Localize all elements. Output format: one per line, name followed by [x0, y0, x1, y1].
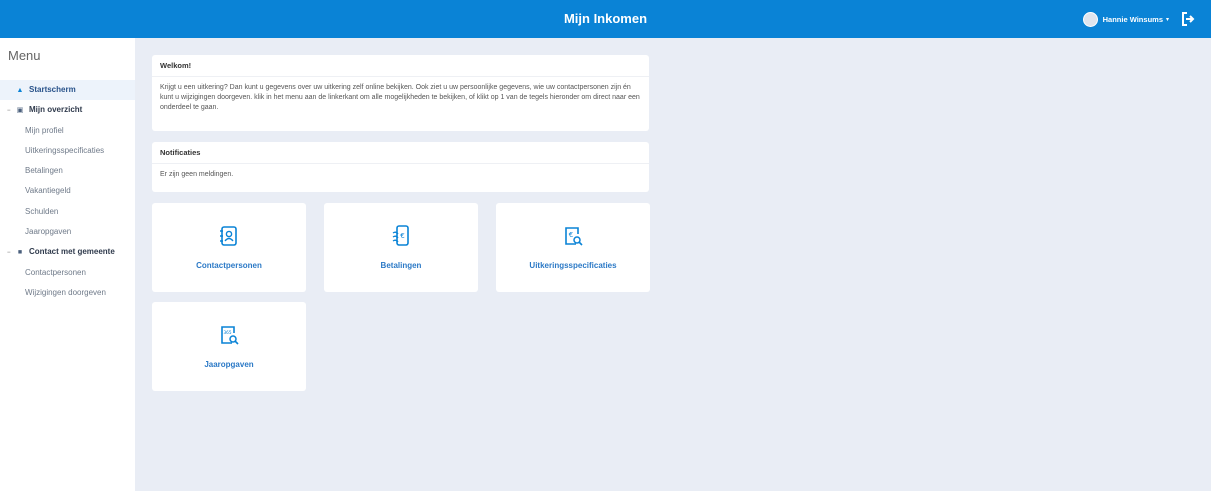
avatar	[1082, 11, 1098, 27]
tile-betalingen[interactable]: € Betalingen	[324, 203, 478, 292]
tile-jaaropgaven[interactable]: 365 Jaaropgaven	[152, 302, 306, 391]
tile-label: Jaaropgaven	[204, 360, 254, 369]
sidebar-item-vakantiegeld[interactable]: Vakantiegeld	[0, 181, 135, 201]
sidebar-group-contact-met-gemeente[interactable]: − ■ Contact met gemeente	[0, 242, 135, 262]
notifications-card: Notificaties Er zijn geen meldingen.	[152, 142, 649, 192]
sidebar-item-label: Uitkeringsspecificaties	[25, 145, 105, 155]
svg-text:€: €	[569, 231, 573, 239]
sidebar-item-wijzigingen-doorgeven[interactable]: Wijzigingen doorgeven	[0, 283, 135, 303]
payment-phone-icon: €	[392, 225, 409, 246]
sidebar-item-mijn-profiel[interactable]: Mijn profiel	[0, 121, 135, 141]
svg-text:€: €	[400, 232, 404, 240]
tile-label: Uitkeringsspecificaties	[529, 261, 617, 270]
menu-title: Menu	[8, 48, 41, 63]
welcome-title: Welkom!	[152, 55, 649, 77]
sidebar-group-mijn-overzicht[interactable]: − ▣ Mijn overzicht	[0, 100, 135, 120]
year-search-icon: 365	[221, 326, 239, 345]
logout-icon[interactable]	[1181, 11, 1195, 27]
tile-label: Contactpersonen	[196, 261, 262, 270]
user-name: Hannie Winsums	[1102, 14, 1163, 24]
chat-icon: ■	[17, 249, 23, 257]
notifications-text: Er zijn geen meldingen.	[160, 171, 234, 178]
sidebar-item-label: Contactpersonen	[25, 267, 86, 277]
tile-uitkeringsspecificaties[interactable]: € Uitkeringsspecificaties	[496, 203, 650, 292]
notifications-title: Notificaties	[152, 142, 649, 164]
chevron-down-icon: ▾	[1165, 16, 1169, 23]
contact-book-icon	[220, 226, 237, 246]
sidebar-item-label: Mijn profiel	[25, 125, 64, 135]
user-menu[interactable]: Hannie Winsums ▾	[1082, 10, 1169, 28]
sidebar-item-label: Schulden	[25, 206, 59, 216]
welcome-card: Welkom! Krijgt u een uitkering? Dan kunt…	[152, 55, 649, 131]
tile-label: Betalingen	[380, 261, 422, 270]
overview-icon: ▣	[16, 107, 24, 115]
home-icon: ▲	[16, 87, 24, 94]
sidebar-item-label: Startscherm	[29, 85, 76, 94]
welcome-text: Krijgt u een uitkering? Dan kunt u gegev…	[160, 84, 640, 111]
sidebar-item-label: Contact met gemeente	[29, 247, 115, 257]
sidebar-item-label: Betalingen	[25, 166, 63, 176]
sidebar-item-label: Wijzigingen doorgeven	[25, 287, 106, 297]
euro-search-icon: €	[565, 227, 583, 246]
collapse-icon: −	[7, 108, 11, 115]
sidebar-item-label: Vakantiegeld	[25, 186, 71, 196]
sidebar-item-startscherm[interactable]: ▲ Startscherm	[0, 80, 135, 101]
sidebar-item-label: Mijn overzicht	[29, 105, 83, 115]
collapse-icon: −	[7, 250, 11, 257]
tile-contactpersonen[interactable]: Contactpersonen	[152, 203, 306, 292]
app-title: Mijn Inkomen	[563, 11, 648, 26]
sidebar-item-jaaropgaven[interactable]: Jaaropgaven	[0, 222, 135, 242]
sidebar-item-label: Jaaropgaven	[25, 227, 72, 237]
sidebar-item-schulden[interactable]: Schulden	[0, 202, 135, 222]
sidebar-item-contactpersonen[interactable]: Contactpersonen	[0, 263, 135, 283]
svg-text:365: 365	[224, 330, 232, 335]
sidebar-item-uitkeringsspecificaties[interactable]: Uitkeringsspecificaties	[0, 141, 135, 161]
sidebar: Menu ▲ Startscherm − ▣ Mijn overzicht Mijn …	[0, 38, 135, 491]
sidebar-item-betalingen[interactable]: Betalingen	[0, 161, 135, 181]
sidebar-nav: ▲ Startscherm − ▣ Mijn overzicht Mijn profi…	[0, 80, 135, 303]
top-bar: Mijn Inkomen Hannie Winsums ▾	[0, 0, 1211, 38]
